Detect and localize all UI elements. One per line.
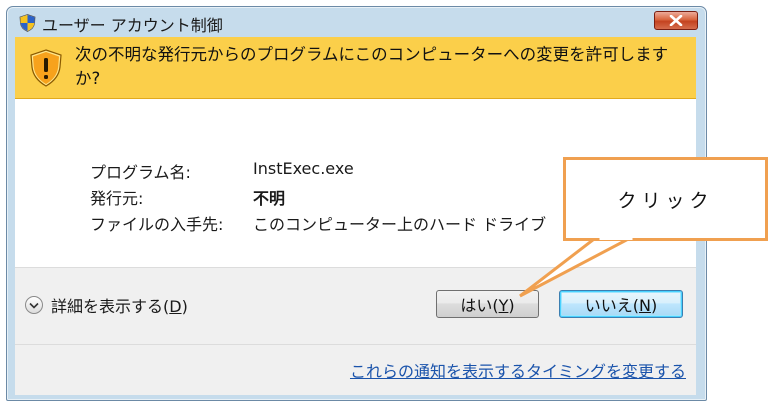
yes-button-label: はい(Y): [460, 296, 515, 315]
warning-header: 次の不明な発行元からのプログラムにこのコンピューターへの変更を許可しますか?: [15, 37, 696, 99]
click-callout: クリック: [563, 157, 768, 241]
dialog-footer: これらの通知を表示するタイミングを変更する: [15, 344, 696, 395]
callout-text: クリック: [617, 190, 714, 212]
screenshot: ユーザー アカウント制御 次の不明な発行元からのプログラムにこのコンピューターへ…: [0, 0, 769, 406]
publisher-value: 不明: [253, 189, 286, 208]
button-strip: 詳細を表示する(D) はい(Y) いいえ(N): [15, 267, 696, 344]
publisher-label: 発行元:: [90, 189, 144, 208]
no-button-label: いいえ(N): [584, 296, 658, 315]
show-details-toggle[interactable]: 詳細を表示する(D): [25, 293, 188, 317]
show-details-label: 詳細を表示する(D): [51, 297, 188, 316]
close-button[interactable]: [654, 11, 698, 30]
warning-shield-icon: [30, 49, 62, 87]
title-bar: ユーザー アカウント制御: [7, 7, 706, 37]
close-icon: [669, 15, 683, 26]
yes-button[interactable]: はい(Y): [436, 290, 539, 318]
file-origin-label: ファイルの入手先:: [90, 215, 224, 234]
program-name-value: InstExec.exe: [253, 159, 354, 178]
chevron-down-icon: [25, 296, 43, 314]
uac-shield-icon: [19, 14, 36, 32]
no-button[interactable]: いいえ(N): [559, 290, 683, 318]
warning-message: 次の不明な発行元からのプログラムにこのコンピューターへの変更を許可しますか?: [75, 45, 669, 88]
file-origin-value: このコンピューター上のハード ドライブ: [253, 215, 547, 234]
notification-settings-link[interactable]: これらの通知を表示するタイミングを変更する: [350, 358, 686, 382]
window-title: ユーザー アカウント制御: [42, 16, 223, 35]
program-name-label: プログラム名:: [90, 163, 191, 182]
